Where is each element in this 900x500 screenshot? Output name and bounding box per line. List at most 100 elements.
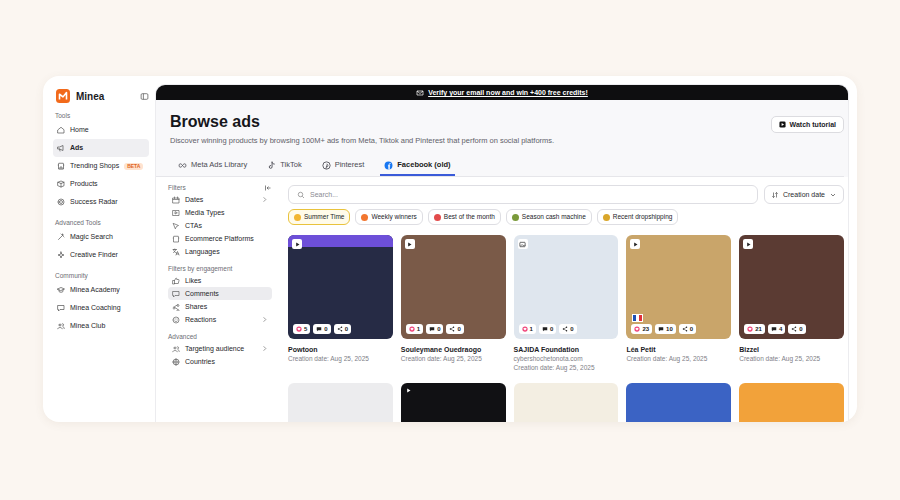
video-icon xyxy=(294,241,301,248)
preset-chip-label: Season cash machine xyxy=(522,213,586,221)
preset-chip[interactable]: Recent dropshipping xyxy=(597,209,679,225)
logo-name[interactable]: Minea xyxy=(76,91,134,102)
minea-logo-icon[interactable] xyxy=(56,89,70,103)
filter-item[interactable]: Languages xyxy=(168,245,272,258)
ad-card[interactable]: 500PowtoonCreation date: Aug 25, 2025 xyxy=(288,235,393,372)
sidebar-item[interactable]: Minea Coaching xyxy=(53,299,149,317)
stat-count: 0 xyxy=(799,325,802,333)
chevron-right-icon xyxy=(261,345,268,352)
ad-card[interactable]: 2140BizzelCreation date: Aug 25, 2025 xyxy=(739,235,844,372)
search-field[interactable]: Search... xyxy=(288,185,758,204)
preset-chip[interactable]: Best of the month xyxy=(428,209,501,225)
filter-item-label: Comments xyxy=(185,289,268,298)
source-tab-label: TikTok xyxy=(280,160,301,170)
verify-banner[interactable]: Verify your email now and win +400 free … xyxy=(156,85,848,100)
sidebar-item[interactable]: Minea Academy xyxy=(53,281,149,299)
sidebar-item[interactable]: Home xyxy=(53,121,149,139)
source-tab[interactable]: TikTok xyxy=(263,156,305,176)
watch-tutorial-label: Watch tutorial xyxy=(790,120,836,129)
ad-card[interactable]: 100SAJIDA Foundationcybershochetonota.co… xyxy=(514,235,619,372)
stat-count: 0 xyxy=(690,325,693,333)
sidebar-item[interactable]: Success Radar xyxy=(53,193,149,211)
filter-item[interactable]: Comments xyxy=(168,287,272,300)
filter-item[interactable]: Media Types xyxy=(168,206,272,219)
sidebar-item[interactable]: Trending ShopsBETA xyxy=(53,157,149,175)
sidebar-item[interactable]: Magic Search xyxy=(53,228,149,246)
watch-tutorial-button[interactable]: Watch tutorial xyxy=(771,116,844,133)
source-tab[interactable]: Facebook (old) xyxy=(380,156,454,176)
filter-group-title: Advanced xyxy=(168,332,272,341)
ad-media xyxy=(401,383,506,422)
preset-chip-label: Weekly winners xyxy=(371,213,416,221)
ad-creation-date: Creation date: Aug 25, 2025 xyxy=(288,354,393,363)
stat-pill: 0 xyxy=(446,324,463,334)
ad-stats: 500 xyxy=(293,324,351,334)
media-kind-badge xyxy=(743,239,753,249)
filter-item-label: CTAs xyxy=(185,221,268,230)
ad-card[interactable] xyxy=(739,383,844,422)
filter-item-icon xyxy=(172,248,180,256)
share-icon xyxy=(682,326,688,332)
ad-media xyxy=(288,383,393,422)
ad-creation-date: Creation date: Aug 25, 2025 xyxy=(514,363,619,372)
chevron-right-icon xyxy=(261,316,268,323)
page-header: Browse adsDiscover winning products by b… xyxy=(156,100,848,177)
sidebar-item-icon xyxy=(57,180,65,188)
ad-advertiser: Léa Petit xyxy=(626,345,731,354)
sidebar-toggle-icon[interactable] xyxy=(140,92,149,101)
filter-item[interactable]: Dates xyxy=(168,193,272,206)
sidebar-item[interactable]: Minea Club xyxy=(53,317,149,335)
filter-group-title-text: Advanced xyxy=(168,332,197,341)
filter-item[interactable]: Likes xyxy=(168,274,272,287)
filter-item[interactable]: Countries xyxy=(168,355,272,368)
ad-card[interactable] xyxy=(401,383,506,422)
reaction-icon xyxy=(522,326,528,332)
filter-item-label: Targeting audience xyxy=(185,344,256,353)
preset-chip[interactable]: Weekly winners xyxy=(355,209,422,225)
comment-icon xyxy=(316,326,322,332)
ad-card[interactable] xyxy=(288,383,393,422)
source-tab[interactable]: Pinterest xyxy=(318,156,369,176)
chip-emoji-icon xyxy=(294,214,301,221)
filter-group-title: Filters by engagement xyxy=(168,264,272,273)
video-icon xyxy=(406,241,413,248)
filter-item[interactable]: CTAs xyxy=(168,219,272,232)
filter-item[interactable]: Ecommerce Platforms xyxy=(168,232,272,245)
ad-card[interactable]: 100Souleymane OuedraogoCreation date: Au… xyxy=(401,235,506,372)
filter-item-icon xyxy=(172,316,180,324)
ads-grid: 500PowtoonCreation date: Aug 25, 2025100… xyxy=(288,235,844,422)
filter-group-title-text: Filters by engagement xyxy=(168,264,232,273)
preset-chip[interactable]: Season cash machine xyxy=(506,209,592,225)
sort-dropdown[interactable]: Creation date xyxy=(764,185,844,204)
sidebar-item[interactable]: Creative Finder xyxy=(53,246,149,264)
preset-chip[interactable]: Summer Time xyxy=(288,209,350,225)
collapse-filters-icon[interactable] xyxy=(264,184,272,192)
ad-stats: 2140 xyxy=(744,324,805,334)
filter-item[interactable]: Reactions xyxy=(168,313,272,326)
filter-item[interactable]: Shares xyxy=(168,300,272,313)
preset-chip-label: Recent dropshipping xyxy=(613,213,673,221)
page-subtitle: Discover winning products by browsing 10… xyxy=(170,136,554,146)
play-icon xyxy=(779,121,786,128)
stat-count: 0 xyxy=(570,325,573,333)
comment-icon xyxy=(542,326,548,332)
ad-stats: 23100 xyxy=(631,324,696,334)
ad-creation-date: Creation date: Aug 25, 2025 xyxy=(739,354,844,363)
ad-card[interactable]: 23100Léa PetitCreation date: Aug 25, 202… xyxy=(626,235,731,372)
stat-count: 1 xyxy=(530,325,533,333)
filter-item-label: Languages xyxy=(185,247,268,256)
chip-emoji-icon xyxy=(603,214,610,221)
ad-card[interactable] xyxy=(514,383,619,422)
reaction-icon xyxy=(634,326,640,332)
sidebar-item[interactable]: Products xyxy=(53,175,149,193)
stat-pill: 10 xyxy=(655,324,676,334)
filter-item[interactable]: Targeting audience xyxy=(168,342,272,355)
media-kind-badge xyxy=(292,239,302,249)
pinterest-icon xyxy=(322,161,331,170)
sidebar-item[interactable]: Ads xyxy=(53,139,149,157)
stat-count: 0 xyxy=(324,325,327,333)
stat-pill: 0 xyxy=(559,324,576,334)
source-tab[interactable]: Meta Ads Library xyxy=(174,156,251,176)
sidebar-item-icon xyxy=(57,198,65,206)
ad-card[interactable] xyxy=(626,383,731,422)
